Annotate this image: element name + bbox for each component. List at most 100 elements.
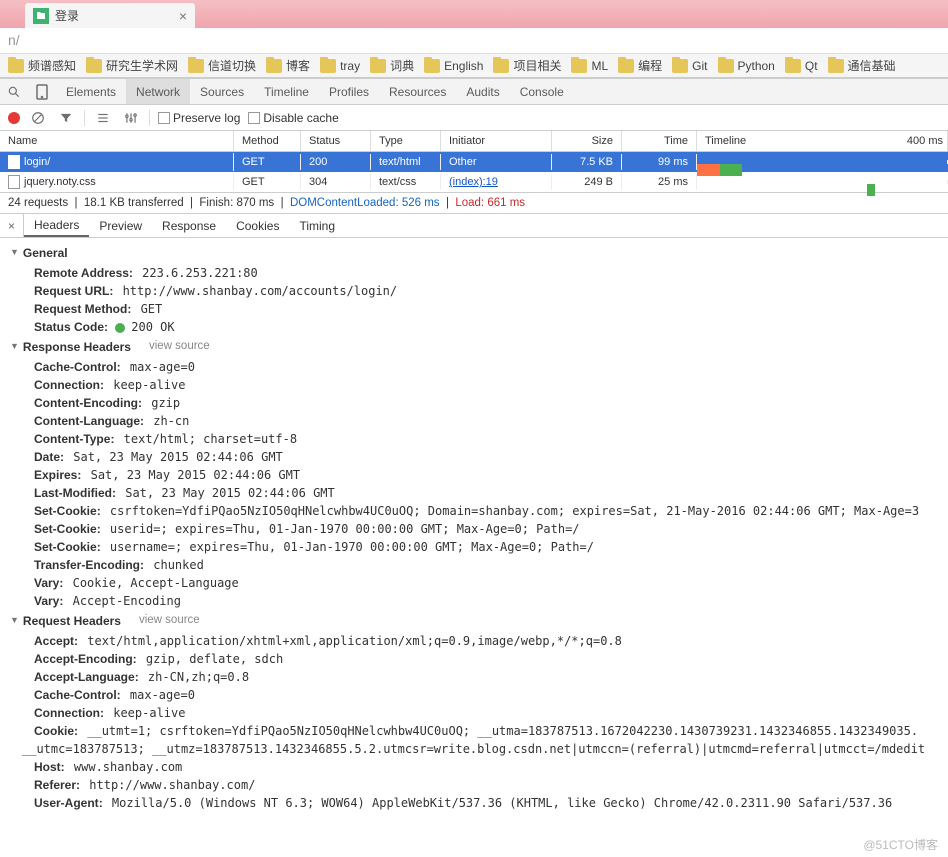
- header-row: Host www.shanbay.com: [0, 758, 948, 776]
- folder-icon: [188, 59, 204, 73]
- header-row: Set-Cookie userid=; expires=Thu, 01-Jan-…: [0, 520, 948, 538]
- bookmark-label: Git: [692, 59, 707, 73]
- settings-icon[interactable]: [121, 111, 141, 125]
- devtools-tab-elements[interactable]: Elements: [56, 79, 126, 104]
- header-row: Connection keep-alive: [0, 376, 948, 394]
- folder-icon: [86, 59, 102, 73]
- devtools-tab-console[interactable]: Console: [510, 79, 574, 104]
- bookmark-label: ML: [591, 59, 608, 73]
- col-timeline[interactable]: Timeline400 ms: [697, 131, 948, 151]
- disable-cache-checkbox[interactable]: Disable cache: [248, 111, 338, 125]
- clear-icon[interactable]: [28, 111, 48, 125]
- preserve-log-checkbox[interactable]: Preserve log: [158, 111, 240, 125]
- header-row: Request URL http://www.shanbay.com/accou…: [0, 282, 948, 300]
- request-headers-section[interactable]: Request Headersview source: [0, 610, 948, 632]
- filter-icon[interactable]: [56, 111, 76, 125]
- general-section[interactable]: General: [0, 242, 948, 264]
- header-row: Content-Language zh-cn: [0, 412, 948, 430]
- browser-tab[interactable]: 登录 ×: [25, 3, 195, 28]
- folder-icon: [266, 59, 282, 73]
- view-source-link[interactable]: view source: [149, 338, 210, 355]
- devtools-tabs: ElementsNetworkSourcesTimelineProfilesRe…: [0, 79, 948, 105]
- bookmark-label: English: [444, 59, 483, 73]
- disable-cache-label: Disable cache: [263, 111, 338, 125]
- folder-icon: [672, 59, 688, 73]
- bookmark-item[interactable]: ML: [571, 57, 608, 74]
- details-tab-timing[interactable]: Timing: [289, 214, 345, 237]
- bookmark-item[interactable]: Python: [718, 57, 775, 74]
- preserve-log-label: Preserve log: [173, 111, 240, 125]
- close-icon[interactable]: ×: [179, 8, 187, 24]
- response-headers-section[interactable]: Response Headersview source: [0, 336, 948, 358]
- browser-tab-strip: 登录 ×: [0, 0, 948, 28]
- bookmark-item[interactable]: English: [424, 57, 483, 74]
- bookmark-item[interactable]: 编程: [618, 57, 662, 74]
- devtools-tab-sources[interactable]: Sources: [190, 79, 254, 104]
- bookmark-label: 信道切换: [208, 57, 256, 74]
- devtools-tab-profiles[interactable]: Profiles: [319, 79, 379, 104]
- url-bar[interactable]: n/: [0, 28, 948, 54]
- details-tab-cookies[interactable]: Cookies: [226, 214, 289, 237]
- favicon-icon: [33, 8, 49, 24]
- header-row: User-Agent Mozilla/5.0 (Windows NT 6.3; …: [0, 794, 948, 812]
- folder-icon: [370, 59, 386, 73]
- header-row: Vary Accept-Encoding: [0, 592, 948, 610]
- network-table-body: login/GET200text/htmlOther7.5 KB99 msjqu…: [0, 152, 948, 192]
- devtools-tab-audits[interactable]: Audits: [456, 79, 509, 104]
- col-name[interactable]: Name: [0, 131, 234, 151]
- summary-load: Load: 661 ms: [455, 197, 525, 209]
- details-tab-response[interactable]: Response: [152, 214, 226, 237]
- bookmark-item[interactable]: tray: [320, 57, 360, 74]
- status-dot-icon: [115, 323, 125, 333]
- summary-transferred: 18.1 KB transferred: [84, 197, 184, 209]
- bookmark-label: 通信基础: [848, 57, 896, 74]
- bookmark-label: 博客: [286, 57, 310, 74]
- col-method[interactable]: Method: [234, 131, 301, 151]
- col-size[interactable]: Size: [552, 131, 622, 151]
- watermark: @51CTO博客: [863, 836, 938, 853]
- summary-requests: 24 requests: [8, 197, 68, 209]
- bookmark-item[interactable]: 信道切换: [188, 57, 256, 74]
- bookmark-item[interactable]: 通信基础: [828, 57, 896, 74]
- network-table-header: Name Method Status Type Initiator Size T…: [0, 131, 948, 152]
- bookmark-label: Qt: [805, 59, 818, 73]
- header-row: Cache-Control max-age=0: [0, 358, 948, 376]
- details-tab-preview[interactable]: Preview: [89, 214, 152, 237]
- details-close-icon[interactable]: ×: [0, 214, 24, 237]
- search-icon[interactable]: [0, 85, 28, 99]
- header-row: Accept-Language zh-CN,zh;q=0.8: [0, 668, 948, 686]
- devtools-tab-resources[interactable]: Resources: [379, 79, 456, 104]
- folder-icon: [320, 59, 336, 73]
- header-row: Content-Type text/html; charset=utf-8: [0, 430, 948, 448]
- folder-icon: [785, 59, 801, 73]
- summary-finish: Finish: 870 ms: [199, 197, 274, 209]
- list-icon[interactable]: [93, 111, 113, 125]
- header-row: __utmc=183787513; __utmz=183787513.14323…: [0, 740, 948, 758]
- col-time[interactable]: Time: [622, 131, 697, 151]
- record-icon[interactable]: [8, 112, 20, 124]
- network-row[interactable]: jquery.noty.cssGET304text/css(index):192…: [0, 172, 948, 192]
- bookmark-item[interactable]: 研究生学术网: [86, 57, 178, 74]
- headers-panel: General Remote Address 223.6.253.221:80R…: [0, 238, 948, 822]
- bookmark-item[interactable]: Git: [672, 57, 707, 74]
- bookmark-label: tray: [340, 59, 360, 73]
- view-source-link[interactable]: view source: [139, 612, 200, 629]
- bookmark-item[interactable]: Qt: [785, 57, 818, 74]
- bookmark-item[interactable]: 频谱感知: [8, 57, 76, 74]
- col-type[interactable]: Type: [371, 131, 441, 151]
- tab-title: 登录: [55, 7, 179, 24]
- bookmark-item[interactable]: 词典: [370, 57, 414, 74]
- timeline-end-label: 400 ms: [907, 135, 943, 147]
- col-initiator[interactable]: Initiator: [441, 131, 552, 151]
- col-status[interactable]: Status: [301, 131, 371, 151]
- file-icon: [8, 155, 20, 169]
- devtools-tab-network[interactable]: Network: [126, 79, 190, 104]
- header-row: Set-Cookie csrftoken=YdfiPQao5NzIO50qHNe…: [0, 502, 948, 520]
- device-icon[interactable]: [28, 84, 56, 100]
- bookmark-item[interactable]: 项目相关: [493, 57, 561, 74]
- details-tab-headers[interactable]: Headers: [24, 214, 89, 237]
- bookmarks-bar: 频谱感知研究生学术网 信道切换 博客 tray 词典 English 项目相关 ML 编程 Git…: [0, 54, 948, 78]
- network-row[interactable]: login/GET200text/htmlOther7.5 KB99 ms: [0, 152, 948, 172]
- devtools-tab-timeline[interactable]: Timeline: [254, 79, 319, 104]
- bookmark-item[interactable]: 博客: [266, 57, 310, 74]
